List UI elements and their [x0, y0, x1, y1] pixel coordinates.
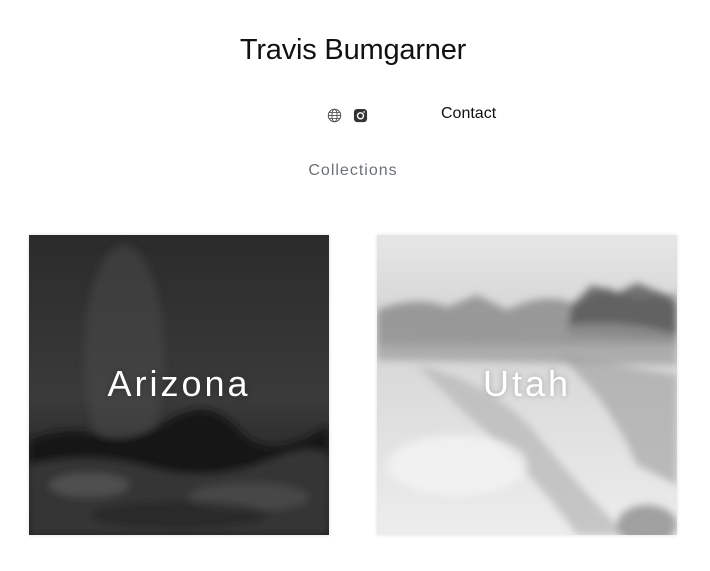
- instagram-icon[interactable]: [352, 107, 368, 123]
- collection-card-utah[interactable]: Utah: [377, 235, 677, 535]
- globe-icon[interactable]: [326, 107, 342, 123]
- contact-link[interactable]: Contact: [441, 105, 496, 123]
- page: Travis Bumgarner Contact Collections Ari…: [0, 0, 710, 571]
- collections-heading: Collections: [308, 162, 398, 179]
- collection-label-utah: Utah: [482, 363, 572, 404]
- social-links: [326, 106, 368, 124]
- collection-label-arizona: Arizona: [107, 363, 251, 404]
- site-title[interactable]: Travis Bumgarner: [0, 34, 706, 67]
- collection-card-arizona[interactable]: Arizona: [29, 235, 329, 535]
